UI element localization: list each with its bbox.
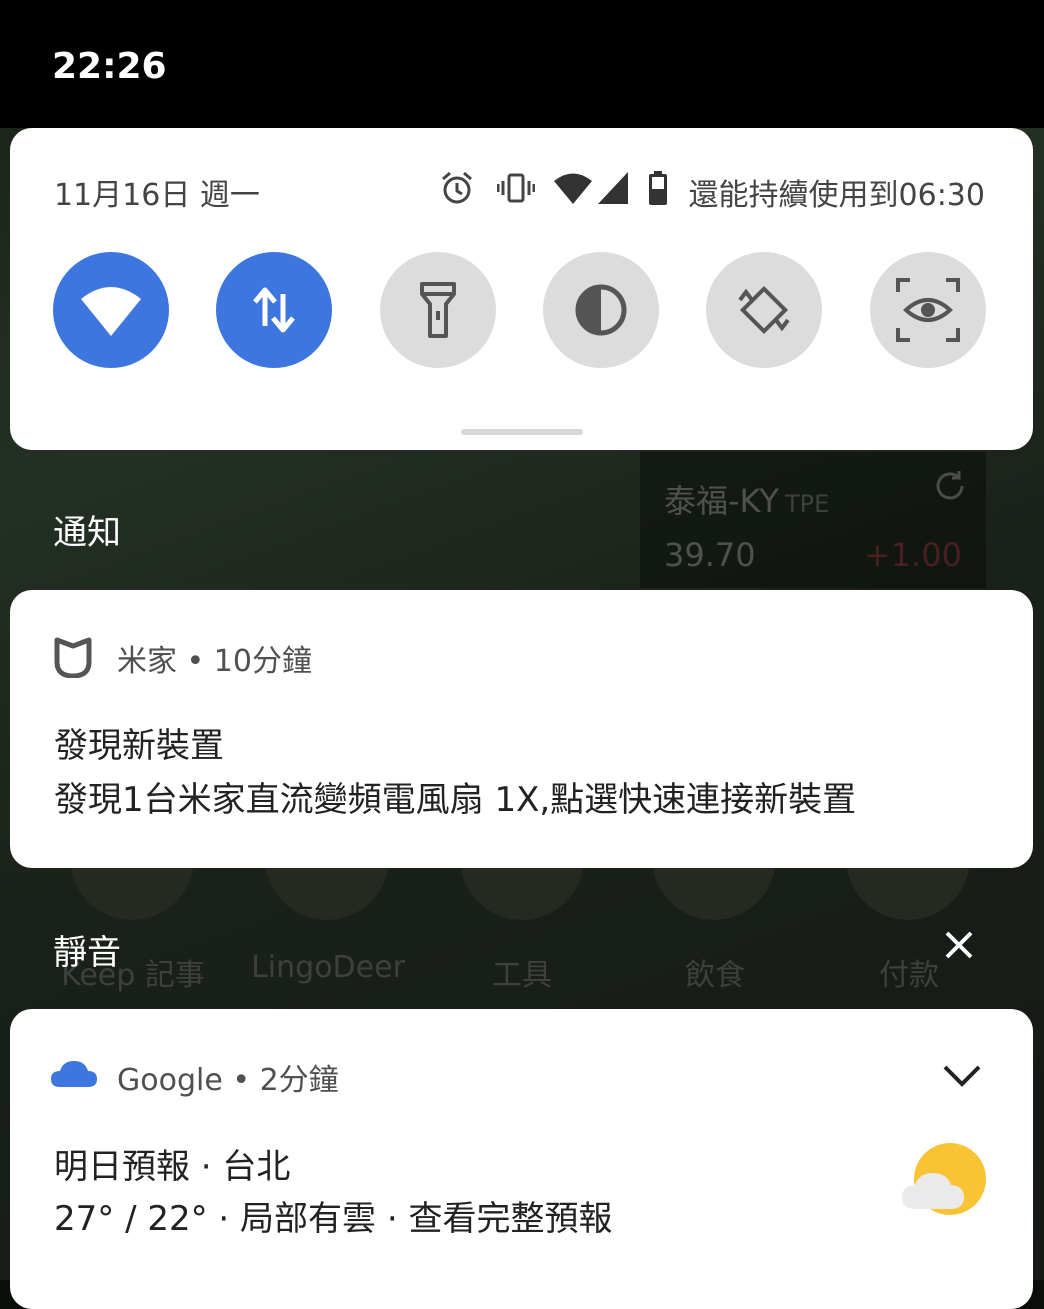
tile-auto-rotate[interactable] xyxy=(706,252,822,368)
notification-meta: 米家 • 10分鐘 xyxy=(117,644,312,679)
notification-google[interactable]: Google • 2分鐘 明日預報 · 台北 27° / 22° · 局部有雲 … xyxy=(10,1009,1033,1309)
app-label-food: 飲食 xyxy=(685,958,745,993)
chevron-down-icon[interactable] xyxy=(941,1061,983,1091)
status-bar: 22:26 xyxy=(0,0,1044,128)
wifi-signal-icon xyxy=(554,173,592,204)
cloud-icon xyxy=(51,1061,97,1087)
notification-title: 明日預報 · 台北 xyxy=(54,1147,291,1187)
close-icon[interactable] xyxy=(940,926,978,964)
refresh-icon[interactable] xyxy=(932,468,968,504)
screen-attention-icon xyxy=(896,278,960,342)
notification-meta: Google • 2分鐘 xyxy=(117,1063,339,1098)
stock-exchange: TPE xyxy=(784,490,830,518)
tile-invert-colors[interactable] xyxy=(543,252,659,368)
notifications-header: 通知 xyxy=(53,513,121,553)
stock-widget[interactable]: 泰福-KY TPE 39.70 +1.00 xyxy=(640,452,986,588)
stock-name: 泰福-KY TPE xyxy=(664,482,830,520)
app-name: Google xyxy=(117,1063,223,1098)
tile-flashlight[interactable] xyxy=(380,252,496,368)
auto-rotate-icon xyxy=(738,285,790,335)
app-label-lingodeer: LingoDeer xyxy=(251,950,405,985)
quick-settings-panel: 11月16日 週一 還能持續使用到06:30 xyxy=(10,128,1033,450)
battery-estimate: 還能持續使用到06:30 xyxy=(688,178,985,213)
tile-wifi[interactable] xyxy=(53,252,169,368)
mobile-data-icon xyxy=(253,287,295,333)
silent-header: 靜音 xyxy=(53,933,121,973)
app-label-tools: 工具 xyxy=(492,958,552,993)
drag-handle[interactable] xyxy=(461,429,583,435)
notification-body: 發現1台米家直流變頻電風扇 1X,點選快速連接新裝置 xyxy=(54,780,857,820)
battery-icon xyxy=(649,171,667,205)
notification-body: 27° / 22° · 局部有雲 · 查看完整預報 xyxy=(54,1199,613,1239)
notification-time: 2分鐘 xyxy=(259,1063,339,1098)
notification-title: 發現新裝置 xyxy=(54,726,224,766)
wifi-icon xyxy=(81,287,141,336)
vibrate-icon xyxy=(497,173,535,203)
date-label[interactable]: 11月16日 週一 xyxy=(54,170,260,214)
notification-time: 10分鐘 xyxy=(213,644,312,679)
stock-change: +1.00 xyxy=(863,536,962,574)
app-name: 米家 xyxy=(117,644,177,679)
clock: 22:26 xyxy=(52,46,167,87)
invert-colors-icon xyxy=(575,284,627,336)
notification-mijia[interactable]: 米家 • 10分鐘 發現新裝置 發現1台米家直流變頻電風扇 1X,點選快速連接新… xyxy=(10,590,1033,868)
cell-signal-icon xyxy=(598,172,628,204)
stock-price: 39.70 xyxy=(664,536,756,574)
alarm-icon xyxy=(442,171,472,204)
flashlight-icon xyxy=(420,282,456,338)
mijia-icon xyxy=(54,637,92,678)
tile-screen-attention[interactable] xyxy=(870,252,986,368)
partly-cloudy-icon xyxy=(902,1143,986,1215)
tile-mobile-data[interactable] xyxy=(216,252,332,368)
